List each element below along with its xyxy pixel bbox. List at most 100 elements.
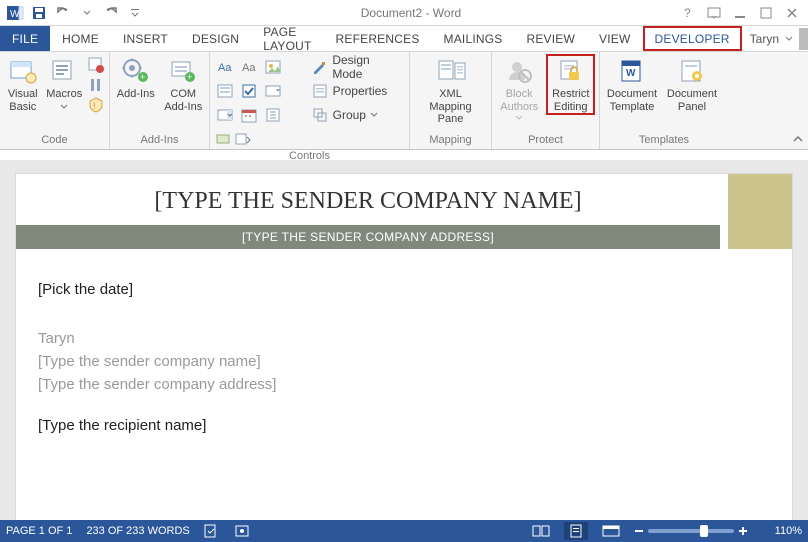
collapse-ribbon-icon[interactable] xyxy=(788,52,808,149)
block-authors-button[interactable]: Block Authors xyxy=(496,54,542,121)
building-block-control-icon[interactable] xyxy=(214,80,236,102)
plain-text-control-icon[interactable]: Aa xyxy=(238,56,260,78)
word-app-icon[interactable]: W xyxy=(4,2,26,24)
addins-button[interactable]: + Add-Ins xyxy=(114,54,158,101)
document-panel-icon xyxy=(676,56,708,86)
macros-button[interactable]: Macros xyxy=(46,54,84,110)
ribbon: Visual Basic Macros ! Code + Add-Ins + xyxy=(0,52,808,150)
macro-security-icon[interactable]: ! xyxy=(87,96,105,114)
date-picker-control-icon[interactable] xyxy=(238,104,260,126)
xml-mapping-pane-button[interactable]: XML Mapping Pane xyxy=(421,54,481,126)
code-extra-col: ! xyxy=(87,54,105,114)
group-mapping-label: Mapping xyxy=(414,132,487,149)
com-addins-button[interactable]: + COM Add-Ins xyxy=(162,54,206,113)
xml-mapping-label: XML Mapping Pane xyxy=(421,88,481,126)
document-template-button[interactable]: W Document Template xyxy=(604,54,660,113)
tab-file[interactable]: FILE xyxy=(0,26,50,51)
tab-review[interactable]: REVIEW xyxy=(514,26,587,51)
visual-basic-button[interactable]: Visual Basic xyxy=(4,54,42,113)
svg-text:+: + xyxy=(140,72,145,82)
minimize-icon[interactable] xyxy=(728,2,752,24)
zoom-out-icon[interactable] xyxy=(634,526,644,536)
design-mode-icon xyxy=(311,58,329,76)
group-mapping: XML Mapping Pane Mapping xyxy=(410,52,492,149)
sender-name-field[interactable]: Taryn xyxy=(38,330,770,347)
account-dropdown-icon xyxy=(785,35,793,43)
window-title: Document2 - Word xyxy=(146,6,676,20)
redo-icon[interactable] xyxy=(100,2,122,24)
sender-company-address-field[interactable]: [TYPE THE SENDER COMPANY ADDRESS] xyxy=(16,225,720,249)
tab-developer[interactable]: DEVELOPER xyxy=(643,26,742,51)
help-icon[interactable]: ? xyxy=(676,2,700,24)
status-macro-icon[interactable] xyxy=(234,524,250,538)
avatar[interactable] xyxy=(799,28,808,50)
status-proofing-icon[interactable] xyxy=(204,524,220,538)
record-macro-icon[interactable] xyxy=(87,56,105,74)
macros-icon xyxy=(48,56,80,86)
combo-box-control-icon[interactable] xyxy=(262,80,284,102)
ribbon-tabs: FILE HOME INSERT DESIGN PAGE LAYOUT REFE… xyxy=(0,26,808,52)
group-controls-label: Controls xyxy=(214,148,405,165)
sender-company-address-body-field[interactable]: [Type the sender company address] xyxy=(38,376,770,393)
restrict-editing-button[interactable]: Restrict Editing xyxy=(546,54,595,115)
tab-mailings[interactable]: MAILINGS xyxy=(432,26,515,51)
sender-company-title-field[interactable]: [TYPE THE SENDER COMPANY NAME] xyxy=(16,174,720,225)
pause-recording-icon[interactable] xyxy=(87,76,105,94)
design-mode-button[interactable]: Design Mode xyxy=(308,56,405,78)
legacy-tools-icon[interactable] xyxy=(214,130,232,148)
rich-text-control-icon[interactable]: Aa xyxy=(214,56,236,78)
repeating-section-control-icon[interactable] xyxy=(262,104,284,126)
undo-icon[interactable] xyxy=(52,2,74,24)
com-addins-icon: + xyxy=(167,56,199,86)
view-web-layout-icon[interactable] xyxy=(602,524,620,538)
close-icon[interactable] xyxy=(780,2,804,24)
recipient-name-field[interactable]: [Type the recipient name] xyxy=(38,417,770,434)
account-area[interactable]: Taryn xyxy=(742,26,808,51)
zoom-slider[interactable] xyxy=(634,526,748,536)
view-print-layout-icon[interactable] xyxy=(564,522,588,540)
macros-label: Macros xyxy=(46,88,82,101)
status-page[interactable]: PAGE 1 OF 1 xyxy=(6,525,72,537)
checkbox-control-icon[interactable] xyxy=(238,80,260,102)
tab-insert[interactable]: INSERT xyxy=(111,26,180,51)
document-template-icon: W xyxy=(616,56,648,86)
tab-references[interactable]: REFERENCES xyxy=(324,26,432,51)
tab-design[interactable]: DESIGN xyxy=(180,26,251,51)
page[interactable]: [TYPE THE SENDER COMPANY NAME] [TYPE THE… xyxy=(16,174,792,520)
undo-dropdown-icon[interactable] xyxy=(76,2,98,24)
document-area[interactable]: [TYPE THE SENDER COMPANY NAME] [TYPE THE… xyxy=(0,150,808,520)
zoom-thumb[interactable] xyxy=(700,525,708,537)
pick-date-field[interactable]: [Pick the date] xyxy=(38,281,770,298)
legacy-tools-dropdown-icon[interactable] xyxy=(234,130,252,148)
design-mode-label: Design Mode xyxy=(332,53,402,81)
save-icon[interactable] xyxy=(28,2,50,24)
xml-mapping-icon xyxy=(435,56,467,86)
qat-customize-icon[interactable] xyxy=(124,2,146,24)
group-code-label: Code xyxy=(4,132,105,149)
svg-text:!: ! xyxy=(93,101,96,111)
svg-text:Aa: Aa xyxy=(218,62,232,74)
sender-company-name-field[interactable]: [Type the sender company name] xyxy=(38,353,770,370)
status-words[interactable]: 233 OF 233 WORDS xyxy=(86,525,189,537)
title-right-controls: ? xyxy=(676,2,804,24)
zoom-track[interactable] xyxy=(648,529,734,533)
maximize-icon[interactable] xyxy=(754,2,778,24)
restrict-editing-icon xyxy=(555,56,587,86)
group-button[interactable]: Group xyxy=(308,104,405,126)
group-dropdown-icon xyxy=(370,111,378,119)
quick-access-toolbar: W xyxy=(4,2,146,24)
tab-page-layout[interactable]: PAGE LAYOUT xyxy=(251,26,323,51)
document-panel-button[interactable]: Document Panel xyxy=(664,54,720,113)
svg-text:W: W xyxy=(626,68,636,79)
properties-label: Properties xyxy=(333,84,388,98)
picture-control-icon[interactable] xyxy=(262,56,284,78)
view-read-mode-icon[interactable] xyxy=(532,524,550,538)
zoom-percent[interactable]: 110% xyxy=(762,525,802,537)
tab-home[interactable]: HOME xyxy=(50,26,111,51)
dropdown-list-control-icon[interactable] xyxy=(214,104,236,126)
document-panel-label: Document Panel xyxy=(664,88,720,113)
zoom-in-icon[interactable] xyxy=(738,526,748,536)
ribbon-display-icon[interactable] xyxy=(702,2,726,24)
tab-view[interactable]: VIEW xyxy=(587,26,642,51)
properties-button[interactable]: Properties xyxy=(308,80,405,102)
